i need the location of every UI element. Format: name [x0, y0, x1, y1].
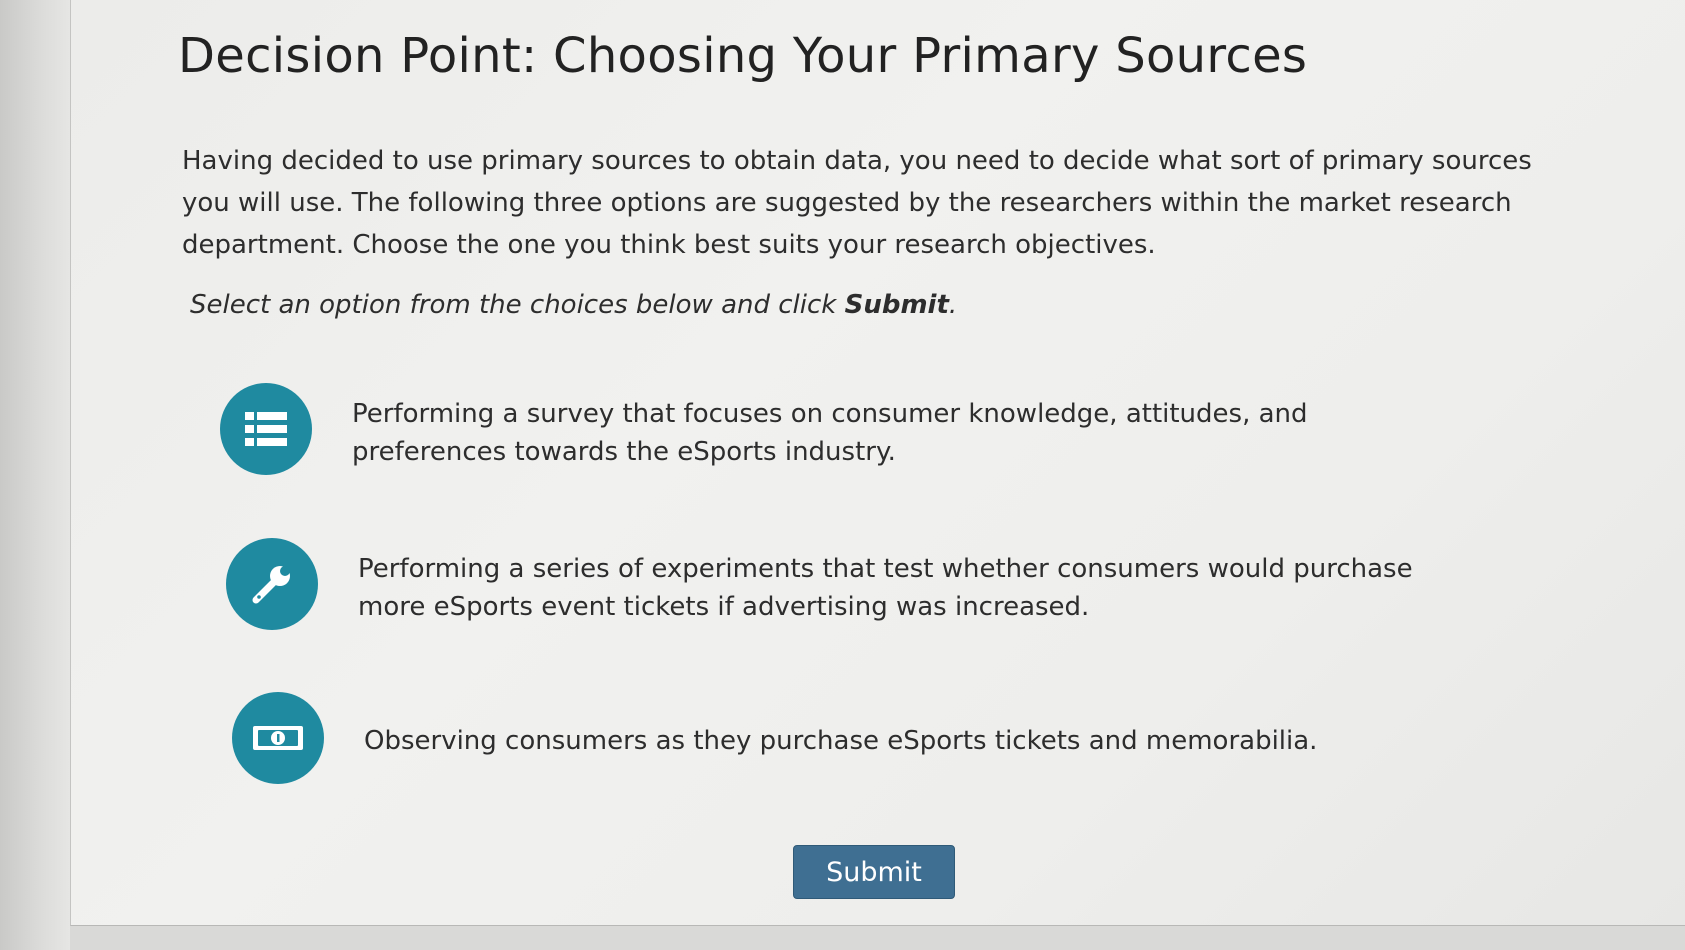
option-experiments[interactable]: Performing a series of experiments that …: [226, 538, 1458, 630]
list-icon[interactable]: [220, 383, 312, 475]
option-experiments-text[interactable]: Performing a series of experiments that …: [358, 538, 1458, 626]
instruction-text: Select an option from the choices below …: [190, 290, 957, 320]
page-title: Decision Point: Choosing Your Primary So…: [178, 28, 1308, 84]
instruction-prefix: Select an option from the choices below …: [190, 290, 845, 320]
option-survey-text[interactable]: Performing a survey that focuses on cons…: [352, 383, 1452, 471]
intro-text: Having decided to use primary sources to…: [182, 146, 1532, 260]
submit-button[interactable]: Submit: [793, 845, 955, 899]
money-icon[interactable]: [232, 692, 324, 784]
instruction-suffix: .: [948, 290, 958, 320]
option-survey[interactable]: Performing a survey that focuses on cons…: [220, 383, 1452, 475]
option-observation[interactable]: Observing consumers as they purchase eSp…: [232, 692, 1464, 784]
option-observation-text[interactable]: Observing consumers as they purchase eSp…: [364, 692, 1464, 760]
wrench-icon[interactable]: [226, 538, 318, 630]
instruction-bold: Submit: [844, 290, 949, 320]
left-margin: [0, 0, 70, 950]
